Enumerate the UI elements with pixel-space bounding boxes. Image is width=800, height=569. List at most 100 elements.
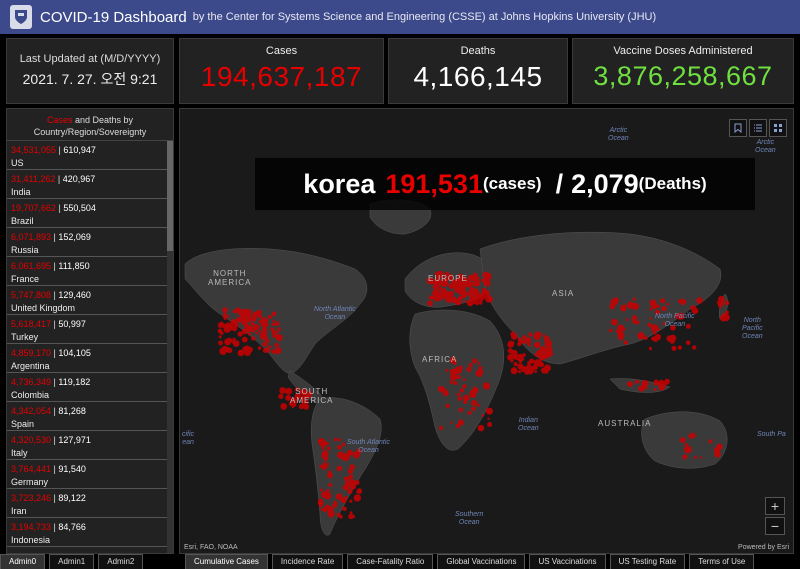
tab-incidence-rate[interactable]: Incidence Rate xyxy=(271,554,344,569)
case-dot[interactable] xyxy=(226,347,233,354)
tab-admin1[interactable]: Admin1 xyxy=(49,554,95,569)
case-dot[interactable] xyxy=(432,293,440,301)
case-dot[interactable] xyxy=(510,349,518,357)
case-dot[interactable] xyxy=(482,382,491,390)
case-dot[interactable] xyxy=(457,396,462,401)
case-dot[interactable] xyxy=(270,327,274,331)
case-dot[interactable] xyxy=(279,387,287,394)
case-dot[interactable] xyxy=(342,506,347,512)
country-row[interactable]: 5,747,808 | 129,460 United Kingdom xyxy=(7,286,167,315)
case-dot[interactable] xyxy=(243,323,249,329)
country-row[interactable]: 31,411,262 | 420,967 India xyxy=(7,170,167,199)
case-dot[interactable] xyxy=(241,328,248,335)
case-dot[interactable] xyxy=(475,369,483,377)
case-dot[interactable] xyxy=(716,443,723,450)
case-dot[interactable] xyxy=(438,286,443,291)
case-dot[interactable] xyxy=(224,338,231,346)
case-dot[interactable] xyxy=(271,322,276,327)
case-dot[interactable] xyxy=(462,384,467,389)
case-dot[interactable] xyxy=(247,332,251,336)
tab-us-vaccinations[interactable]: US Vaccinations xyxy=(529,554,606,569)
case-dot[interactable] xyxy=(648,346,653,351)
case-dot[interactable] xyxy=(323,505,329,511)
case-dot[interactable] xyxy=(455,299,462,306)
case-dot[interactable] xyxy=(255,332,259,335)
case-dot[interactable] xyxy=(661,306,667,312)
case-dot[interactable] xyxy=(544,364,548,368)
case-dot[interactable] xyxy=(487,277,490,281)
case-dot[interactable] xyxy=(241,336,248,343)
basemap-grid-icon[interactable] xyxy=(769,119,787,137)
case-dot[interactable] xyxy=(722,313,730,322)
case-dot[interactable] xyxy=(481,414,485,417)
case-dot[interactable] xyxy=(643,386,648,390)
zoom-out-button[interactable]: − xyxy=(765,517,785,535)
case-dot[interactable] xyxy=(332,502,338,508)
case-dot[interactable] xyxy=(626,318,629,321)
case-dot[interactable] xyxy=(679,437,686,443)
case-dot[interactable] xyxy=(462,300,466,303)
case-dot[interactable] xyxy=(464,398,468,402)
case-dot[interactable] xyxy=(432,285,436,289)
case-dot[interactable] xyxy=(487,417,490,420)
case-dot[interactable] xyxy=(610,298,618,306)
case-dot[interactable] xyxy=(718,295,725,303)
case-dot[interactable] xyxy=(637,332,645,340)
case-dot[interactable] xyxy=(341,442,346,447)
country-row[interactable]: 6,061,695 | 111,850 France xyxy=(7,257,167,286)
case-dot[interactable] xyxy=(542,333,546,337)
case-dot[interactable] xyxy=(693,455,697,459)
case-dot[interactable] xyxy=(275,321,280,326)
case-dot[interactable] xyxy=(438,425,444,431)
case-dot[interactable] xyxy=(237,349,245,357)
case-dot[interactable] xyxy=(463,378,466,381)
case-dot[interactable] xyxy=(510,367,518,375)
case-dot[interactable] xyxy=(427,300,433,307)
legend-list-icon[interactable] xyxy=(749,119,767,137)
case-dot[interactable] xyxy=(678,299,682,304)
country-row[interactable]: 4,320,530 | 127,971 Italy xyxy=(7,431,167,460)
case-dot[interactable] xyxy=(272,319,276,323)
case-dot[interactable] xyxy=(608,328,613,333)
case-dot[interactable] xyxy=(344,476,349,482)
case-dot[interactable] xyxy=(631,302,635,306)
case-dot[interactable] xyxy=(692,345,697,350)
case-dot[interactable] xyxy=(456,374,461,380)
case-dot[interactable] xyxy=(520,341,523,344)
case-dot[interactable] xyxy=(533,341,541,349)
case-dot[interactable] xyxy=(666,302,670,306)
case-dot[interactable] xyxy=(468,362,473,368)
country-row[interactable]: 34,531,055 | 610,947 US xyxy=(7,141,167,170)
case-dot[interactable] xyxy=(278,393,284,399)
case-dot[interactable] xyxy=(654,334,661,341)
case-dot[interactable] xyxy=(453,381,458,386)
case-dot[interactable] xyxy=(696,297,703,304)
case-dot[interactable] xyxy=(321,491,328,499)
case-dot[interactable] xyxy=(487,280,491,284)
case-dot[interactable] xyxy=(262,348,268,353)
case-dot[interactable] xyxy=(347,488,353,494)
country-row[interactable]: 3,194,733 | 84,766 Indonesia xyxy=(7,518,167,547)
tab-admin0[interactable]: Admin0 xyxy=(0,554,46,569)
case-dot[interactable] xyxy=(649,317,652,320)
case-dot[interactable] xyxy=(468,300,473,304)
tab-terms-of-use[interactable]: Terms of Use xyxy=(689,554,755,569)
case-dot[interactable] xyxy=(328,483,333,487)
case-dot[interactable] xyxy=(685,340,691,345)
case-dot[interactable] xyxy=(700,456,703,459)
case-dot[interactable] xyxy=(349,499,353,503)
case-dot[interactable] xyxy=(485,407,493,415)
case-dot[interactable] xyxy=(537,361,542,366)
country-row[interactable]: 6,071,893 | 152,069 Russia xyxy=(7,228,167,257)
case-dot[interactable] xyxy=(620,305,627,312)
case-dot[interactable] xyxy=(223,310,227,314)
case-dot[interactable] xyxy=(653,388,657,391)
case-dot[interactable] xyxy=(635,379,640,384)
case-dot[interactable] xyxy=(325,441,330,446)
case-dot[interactable] xyxy=(477,424,485,432)
case-dot[interactable] xyxy=(471,400,478,406)
case-dot[interactable] xyxy=(245,313,251,319)
case-dot[interactable] xyxy=(326,446,331,451)
list-scrollbar[interactable] xyxy=(167,141,173,553)
case-dot[interactable] xyxy=(271,311,277,316)
